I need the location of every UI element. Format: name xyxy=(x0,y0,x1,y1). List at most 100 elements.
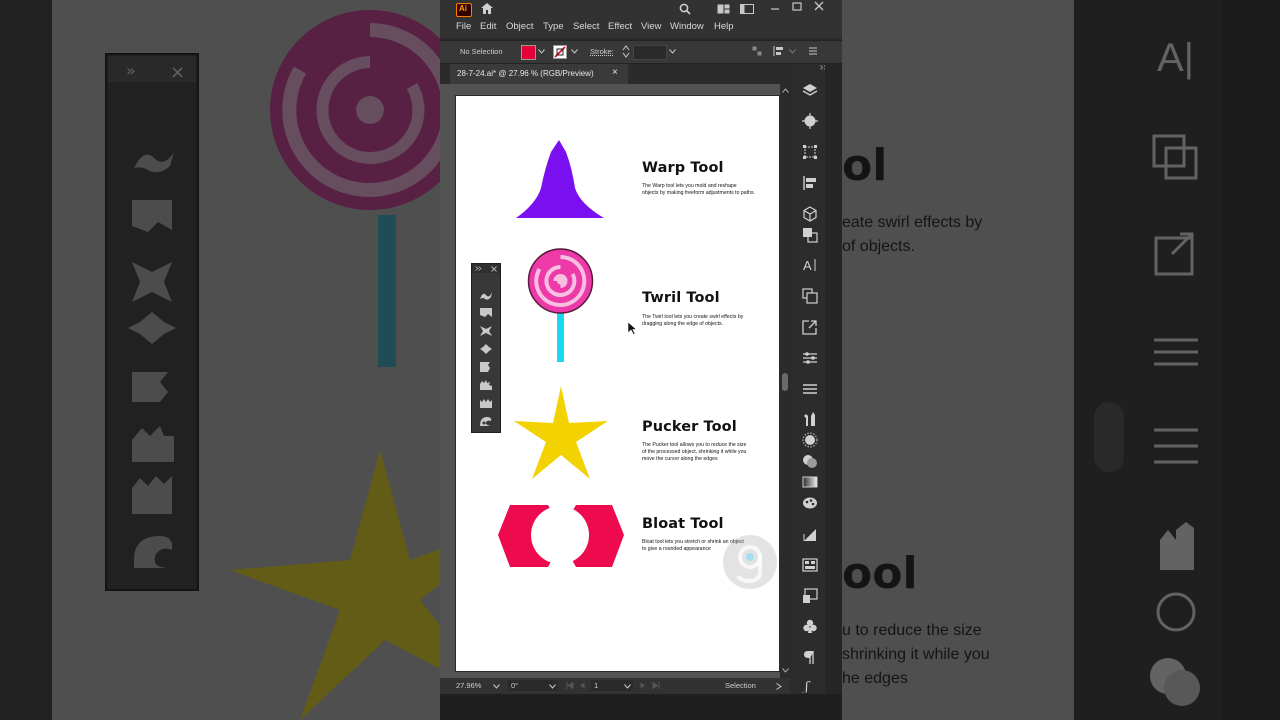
appearance-icon[interactable] xyxy=(802,113,818,129)
paragraph-icon[interactable] xyxy=(802,649,818,665)
minimize-icon[interactable] xyxy=(770,5,780,13)
canvas-area[interactable]: Warp Tool The Warp tool lets you mold an… xyxy=(440,84,790,678)
current-tool-name: Selection xyxy=(725,681,756,690)
status-bar: 27.96% 0° 1 Selection xyxy=(440,678,790,694)
close-tab-icon[interactable]: × xyxy=(612,67,618,78)
maximize-icon[interactable] xyxy=(792,2,802,12)
brushes-icon[interactable] xyxy=(802,432,818,448)
background-left-dim xyxy=(0,0,440,720)
asset-export-icon[interactable] xyxy=(802,588,818,604)
menu-icon[interactable] xyxy=(802,381,818,397)
liquify-tools-panel[interactable] xyxy=(471,263,501,433)
fill-swatch-color xyxy=(522,46,535,59)
warp-shape[interactable] xyxy=(514,138,608,220)
libraries-icon[interactable] xyxy=(802,557,818,573)
pucker-tool-desc-line3: move the cursor along the edges xyxy=(642,456,718,462)
previous-artboard-icon[interactable] xyxy=(579,682,585,689)
rotation-value: 0° xyxy=(511,681,519,690)
menu-effect[interactable]: Effect xyxy=(608,21,632,32)
rotation-dropdown-icon[interactable] xyxy=(549,684,556,689)
search-icon[interactable] xyxy=(679,3,691,15)
control-bar: No Selection Stroke: xyxy=(440,40,842,64)
close-panel-icon[interactable] xyxy=(491,266,497,272)
stroke-weight-stepper-icon[interactable] xyxy=(622,44,630,59)
width-tool-icon[interactable] xyxy=(479,415,493,427)
twirl-tool-heading: Twril Tool xyxy=(642,290,720,306)
control-bar-menu-icon[interactable] xyxy=(808,46,818,56)
artboard-number: 1 xyxy=(594,681,599,690)
graphic-styles-icon[interactable] xyxy=(802,526,818,542)
panel-header[interactable] xyxy=(472,264,500,273)
swatches-icon[interactable] xyxy=(802,495,818,511)
gradient-icon[interactable] xyxy=(802,474,818,490)
ai-logo[interactable]: Ai xyxy=(456,3,472,17)
workspace-switcher-icon[interactable] xyxy=(740,4,754,14)
close-window-icon[interactable] xyxy=(814,1,824,11)
scallop-tool-icon[interactable] xyxy=(479,361,493,373)
artboards-icon[interactable] xyxy=(802,288,818,304)
panel-dock: A ʃ xyxy=(795,64,827,694)
menu-help[interactable]: Help xyxy=(714,21,734,32)
menu-type[interactable]: Type xyxy=(543,21,564,32)
zoom-dropdown-icon[interactable] xyxy=(493,684,500,689)
document-tab[interactable]: 28-7-24.ai* @ 27.96 % (RGB/Preview) × xyxy=(450,64,628,84)
character-icon[interactable]: A xyxy=(802,257,818,273)
menu-edit[interactable]: Edit xyxy=(480,21,496,32)
align-icon[interactable] xyxy=(802,175,818,191)
scroll-down-icon[interactable] xyxy=(782,668,789,673)
dock-edge xyxy=(825,64,842,694)
pathfinder-icon[interactable] xyxy=(802,227,818,243)
twirl-tool-desc-line2: dragging along the edge of objects. xyxy=(642,321,724,327)
svg-text:ʃ: ʃ xyxy=(802,680,811,694)
export-icon[interactable] xyxy=(802,319,818,335)
menu-select[interactable]: Select xyxy=(573,21,599,32)
align-objects-icon[interactable] xyxy=(752,46,762,56)
stroke-weight-dropdown-icon[interactable] xyxy=(669,49,676,54)
bloat-tool-icon[interactable] xyxy=(479,343,493,355)
twirl-tool-icon[interactable] xyxy=(479,307,493,319)
properties-icon[interactable] xyxy=(802,350,818,366)
stroke-weight-input[interactable] xyxy=(633,45,667,60)
symbols-icon[interactable] xyxy=(802,411,818,427)
club-icon[interactable] xyxy=(802,618,818,634)
pucker-tool-icon[interactable] xyxy=(479,325,493,337)
distribute-icon[interactable] xyxy=(773,45,785,57)
crystallize-tool-icon[interactable] xyxy=(479,379,493,391)
distribute-dropdown-icon[interactable] xyxy=(789,49,796,54)
transform-icon[interactable] xyxy=(802,144,818,160)
status-menu-icon[interactable] xyxy=(776,683,782,690)
vertical-scrollbar[interactable] xyxy=(780,84,790,678)
menu-view[interactable]: View xyxy=(641,21,661,32)
home-icon[interactable] xyxy=(480,2,494,15)
twirl-lollipop-shape[interactable] xyxy=(526,248,596,368)
collapse-panel-icon[interactable] xyxy=(475,266,482,271)
scrollbar-thumb[interactable] xyxy=(782,373,788,391)
bloat-shape[interactable] xyxy=(496,501,628,571)
pucker-star-shape[interactable] xyxy=(510,384,612,482)
stroke-swatch-none-icon[interactable] xyxy=(553,45,567,59)
glyphs-icon[interactable]: ʃ xyxy=(802,678,818,694)
warp-tool-heading: Warp Tool xyxy=(642,160,724,176)
bottom-edge xyxy=(440,694,842,720)
arrange-documents-icon[interactable] xyxy=(717,4,730,14)
wrinkle-tool-icon[interactable] xyxy=(479,397,493,409)
artboard[interactable]: Warp Tool The Warp tool lets you mold an… xyxy=(455,95,780,672)
3d-icon[interactable] xyxy=(802,206,818,222)
scroll-up-icon[interactable] xyxy=(782,88,789,93)
menu-file[interactable]: File xyxy=(456,21,471,32)
bloat-tool-heading: Bloat Tool xyxy=(642,516,724,532)
stroke-dropdown-icon[interactable] xyxy=(571,49,578,54)
next-artboard-icon[interactable] xyxy=(640,682,646,689)
layers-icon[interactable] xyxy=(802,82,818,98)
color-icon[interactable] xyxy=(802,453,818,469)
fill-dropdown-icon[interactable] xyxy=(538,49,545,54)
fill-swatch[interactable] xyxy=(521,45,536,60)
warp-tool-icon[interactable] xyxy=(479,289,493,301)
last-artboard-icon[interactable] xyxy=(652,682,660,689)
menu-window[interactable]: Window xyxy=(670,21,704,32)
zoom-level-field[interactable]: 27.96% xyxy=(456,681,481,690)
artboard-number-dropdown-icon[interactable] xyxy=(624,684,631,689)
first-artboard-icon[interactable] xyxy=(566,682,574,689)
menu-object[interactable]: Object xyxy=(506,21,533,32)
menu-bar: File Edit Object Type Select Effect View… xyxy=(440,18,842,38)
